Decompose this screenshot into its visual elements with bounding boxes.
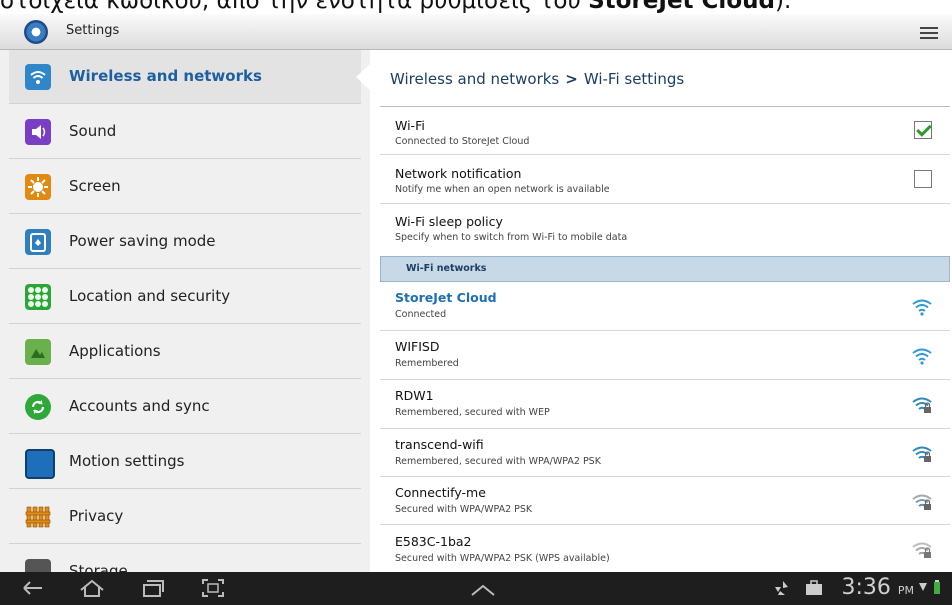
sidebar-item-label: Sound <box>69 122 117 140</box>
network-status: Remembered, secured with WPA/WPA2 PSK <box>395 456 601 467</box>
sidebar-item-label: Privacy <box>69 507 124 525</box>
setting-summary: Specify when to switch from Wi-Fi to mob… <box>395 232 628 243</box>
menu-icon[interactable] <box>920 24 938 40</box>
detail-pane: Wireless and networks > Wi-Fi settings Wi-… <box>370 50 952 572</box>
sidebar-item-sound[interactable]: Sound <box>9 105 361 159</box>
sound-icon <box>25 119 51 145</box>
network-row[interactable]: RDW1 Remembered, secured with WEP <box>380 380 950 429</box>
page-caption: στοιχεία κωδικού, από την ενότητα ρυθμίσ… <box>0 0 792 14</box>
wifi-icon <box>25 64 51 90</box>
clock-ampm: PM <box>897 584 914 597</box>
power-saving-icon <box>25 229 51 255</box>
signal-status-icon <box>918 580 930 599</box>
wifi-toggle-row[interactable]: Wi-Fi Connected to StoreJet Cloud <box>380 107 950 155</box>
wifi-secured-icon <box>912 493 932 511</box>
sidebar-item-motion[interactable]: Motion settings <box>9 435 361 489</box>
setting-summary: Connected to StoreJet Cloud <box>395 136 530 147</box>
section-label: Wi-Fi networks <box>406 263 487 274</box>
wifi-networks-header: Wi-Fi networks <box>380 256 950 282</box>
wifi-signal-icon <box>912 298 932 316</box>
window-title: Settings <box>66 23 120 38</box>
privacy-icon <box>25 504 51 530</box>
chevron-up-icon[interactable] <box>470 582 496 601</box>
sidebar-item-label: Motion settings <box>69 452 185 470</box>
wifi-secured-icon <box>912 541 932 559</box>
sidebar-item-location-security[interactable]: Location and security <box>9 270 361 324</box>
network-row[interactable]: Connectify-me Secured with WPA/WPA2 PSK <box>380 477 950 525</box>
motion-icon <box>25 449 55 479</box>
network-name: StoreJet Cloud <box>395 290 497 305</box>
network-row[interactable]: transcend-wifi Remembered, secured with … <box>380 429 950 477</box>
network-status: Secured with WPA/WPA2 PSK (WPS available… <box>395 553 610 564</box>
setting-title: Wi-Fi sleep policy <box>395 214 503 229</box>
screen-icon <box>25 174 51 200</box>
setting-summary: Notify me when an open network is availa… <box>395 184 610 195</box>
battery-icon <box>932 580 942 600</box>
location-security-icon <box>25 284 51 310</box>
sidebar-item-power-saving[interactable]: Power saving mode <box>9 215 361 269</box>
sidebar-item-privacy[interactable]: Privacy <box>9 490 361 544</box>
wifi-signal-icon <box>912 347 932 365</box>
recycle-icon <box>773 578 793 602</box>
notification-checkbox[interactable] <box>914 170 932 188</box>
network-row[interactable]: WIFISD Remembered <box>380 331 950 380</box>
network-name: E583C-1ba2 <box>395 534 472 549</box>
sidebar-item-storage[interactable]: Storage <box>9 545 361 572</box>
recent-apps-icon[interactable] <box>141 578 165 602</box>
network-name: Connectify-me <box>395 485 486 500</box>
breadcrumb-separator: > <box>565 70 578 88</box>
sidebar-item-label: Location and security <box>69 287 231 305</box>
breadcrumb-parent[interactable]: Wireless and networks <box>390 70 559 88</box>
setting-title: Wi-Fi <box>395 118 425 133</box>
network-notification-row[interactable]: Network notification Notify me when an o… <box>380 155 950 204</box>
sidebar-item-label: Screen <box>69 177 121 195</box>
screenshot-icon[interactable] <box>201 578 225 602</box>
clock-time: 3:36 <box>841 575 891 600</box>
briefcase-icon <box>804 578 824 602</box>
network-status: Remembered, secured with WEP <box>395 407 550 418</box>
applications-icon <box>25 339 51 365</box>
system-bar: 3:36 PM <box>0 572 952 605</box>
wifi-secured-icon <box>912 396 932 414</box>
sidebar-item-wireless[interactable]: Wireless and networks <box>9 50 361 104</box>
network-status: Connected <box>395 309 447 320</box>
network-row[interactable]: E583C-1ba2 Secured with WPA/WPA2 PSK (WP… <box>380 525 950 572</box>
sidebar-item-label: Wireless and networks <box>69 67 262 85</box>
back-icon[interactable] <box>22 578 44 602</box>
breadcrumb: Wireless and networks > Wi-Fi settings <box>390 70 684 88</box>
sync-icon <box>25 394 51 420</box>
sidebar-item-label: Applications <box>69 342 161 360</box>
wifi-sleep-policy-row[interactable]: Wi-Fi sleep policy Specify when to switc… <box>380 204 950 256</box>
settings-gear-icon <box>24 20 48 44</box>
home-icon[interactable] <box>79 578 105 602</box>
sidebar-item-label: Power saving mode <box>69 232 216 250</box>
network-status: Secured with WPA/WPA2 PSK <box>395 504 533 515</box>
title-bar: Settings <box>0 14 952 50</box>
selection-pointer <box>356 64 370 90</box>
network-name: WIFISD <box>395 339 440 354</box>
wifi-checkbox[interactable] <box>914 121 932 139</box>
sidebar: Wireless and networks Sound Screen Power… <box>0 50 370 572</box>
storage-icon <box>25 559 51 572</box>
setting-title: Network notification <box>395 166 522 181</box>
network-name: transcend-wifi <box>395 437 484 452</box>
sidebar-item-applications[interactable]: Applications <box>9 325 361 379</box>
sidebar-item-screen[interactable]: Screen <box>9 160 361 214</box>
wifi-secured-icon <box>912 445 932 463</box>
network-name: RDW1 <box>395 388 434 403</box>
sidebar-item-accounts-sync[interactable]: Accounts and sync <box>9 380 361 434</box>
network-status: Remembered <box>395 358 459 369</box>
breadcrumb-current: Wi-Fi settings <box>583 70 685 88</box>
status-clock[interactable]: 3:36 PM <box>841 575 914 600</box>
network-row[interactable]: StoreJet Cloud Connected <box>380 282 950 331</box>
sidebar-item-label: Storage <box>69 562 128 572</box>
sidebar-item-label: Accounts and sync <box>69 397 210 415</box>
